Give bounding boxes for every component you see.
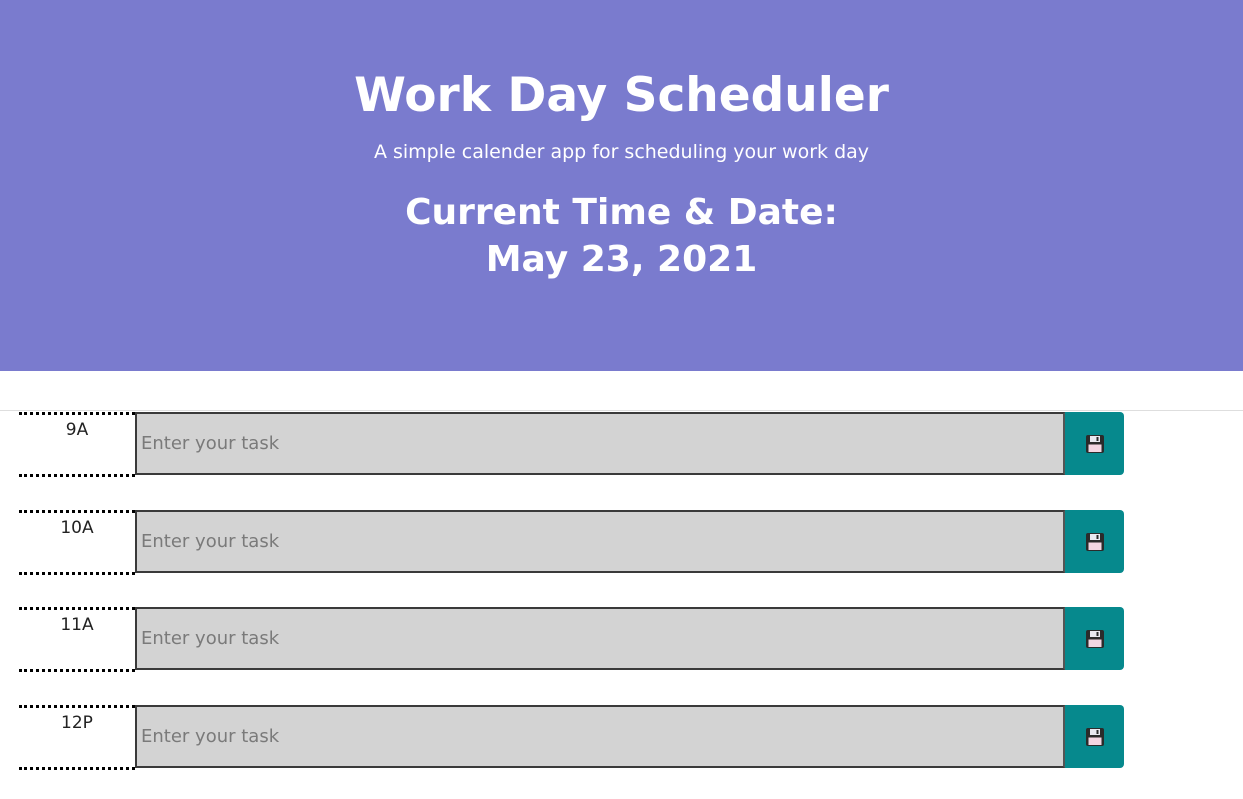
floppy-disk-icon [1085, 532, 1104, 551]
page-subtitle: A simple calender app for scheduling you… [373, 141, 870, 163]
hour-label: 10A [19, 510, 135, 575]
time-block-row: 11A [19, 607, 1124, 672]
floppy-disk-icon [1085, 629, 1104, 648]
header-divider [0, 410, 1243, 411]
time-block-row: 9A [19, 412, 1124, 477]
save-button[interactable] [1065, 510, 1124, 573]
header-jumbotron: Work Day Scheduler A simple calender app… [0, 0, 1243, 371]
current-date: May 23, 2021 [485, 239, 758, 280]
page-title: Work Day Scheduler [354, 68, 889, 123]
hour-label: 9A [19, 412, 135, 477]
current-time-label: Current Time & Date: [405, 192, 838, 233]
task-input[interactable] [135, 510, 1065, 573]
floppy-disk-icon [1085, 434, 1104, 453]
save-button[interactable] [1065, 607, 1124, 670]
task-input[interactable] [135, 607, 1065, 670]
task-input[interactable] [135, 412, 1065, 475]
task-input[interactable] [135, 705, 1065, 768]
hour-label: 12P [19, 705, 135, 770]
save-button[interactable] [1065, 705, 1124, 768]
save-button[interactable] [1065, 412, 1124, 475]
hour-label: 11A [19, 607, 135, 672]
floppy-disk-icon [1085, 727, 1104, 746]
time-block-row: 10A [19, 510, 1124, 575]
time-block-row: 12P [19, 705, 1124, 770]
